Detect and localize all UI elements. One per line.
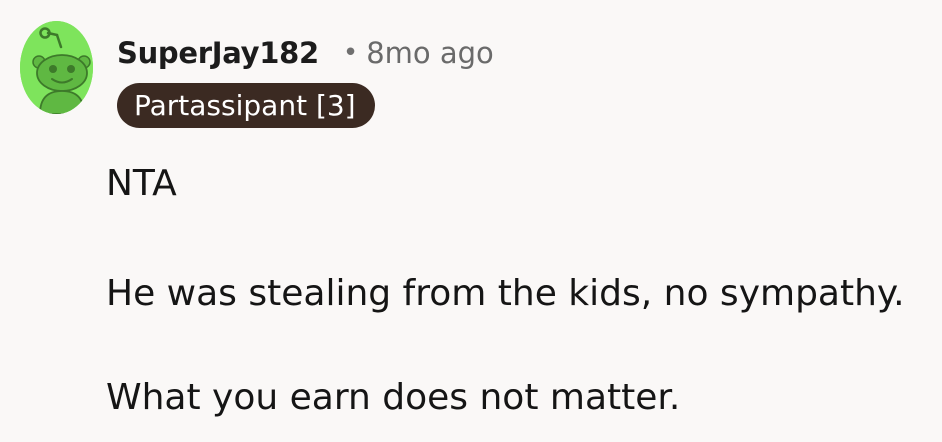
comment-paragraph: He was stealing from the kids, no sympat… [106,273,905,314]
user-avatar[interactable] [20,21,93,114]
comment-paragraph: NTA [106,163,177,204]
reddit-snoo-icon [20,21,93,114]
comment-paragraph: What you earn does not matter. [106,377,681,418]
author-username[interactable]: SuperJay182 [117,36,319,70]
separator-dot: • [342,38,359,68]
comment-card: SuperJay182 • 8mo ago Partassipant [3] N… [0,0,942,442]
comment-timestamp[interactable]: 8mo ago [366,36,494,70]
comment-header: SuperJay182 • 8mo ago [117,33,494,73]
user-flair-badge: Partassipant [3] [117,83,375,128]
